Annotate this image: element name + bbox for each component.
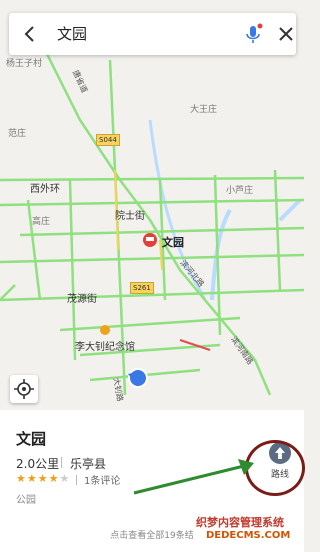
divider: [61, 457, 62, 468]
watermark: 织梦内容管理系统 DEDECMS.COM: [196, 514, 304, 552]
place-county: 乐亭县: [70, 457, 107, 471]
back-arrow-icon[interactable]: [19, 22, 41, 46]
road-shield: S044: [96, 134, 120, 146]
review-count[interactable]: 1条评论: [84, 472, 120, 487]
place-distance: 2.0公里: [16, 457, 60, 471]
search-bar[interactable]: 文园: [9, 13, 296, 55]
map-label: 高庄: [32, 217, 51, 227]
place-name: 文园: [16, 430, 47, 448]
close-icon[interactable]: [275, 23, 297, 45]
map-label: 大王庄: [190, 105, 218, 115]
river-branch: [210, 208, 232, 301]
crosshair-icon: [14, 379, 34, 399]
microphone-icon[interactable]: [243, 22, 263, 46]
map-canvas: [0, 49, 304, 396]
water: [278, 198, 302, 222]
poi-label[interactable]: 文园: [162, 234, 184, 250]
map-view[interactable]: 杨王子村 大王庄 范庄 西外环 小芦庄 高庄 院士街 茂源街 李大钊纪念馆 滨河…: [0, 0, 304, 410]
locate-button[interactable]: [10, 375, 38, 403]
map-label: 杨王子村: [6, 59, 43, 69]
search-input[interactable]: 文园: [57, 23, 87, 44]
map-label: 范庄: [8, 129, 27, 139]
map-label: 西外环: [30, 184, 60, 195]
watermark-url: DEDECMS.COM: [206, 530, 291, 541]
divider: [76, 475, 77, 485]
map-label: 茂源街: [67, 294, 97, 305]
road-shield: S261: [130, 282, 154, 294]
map-label: 小芦庄: [226, 186, 254, 196]
annotation-arrow-icon: [133, 459, 254, 495]
watermark-text: 织梦内容管理系统: [196, 516, 284, 529]
map-label: 院士街: [115, 211, 145, 222]
rating-stars: ★★★★★: [16, 472, 71, 485]
map-label: 李大钊纪念馆: [75, 342, 135, 353]
memorial-marker-icon[interactable]: [100, 325, 110, 335]
place-category: 公园: [16, 495, 36, 506]
